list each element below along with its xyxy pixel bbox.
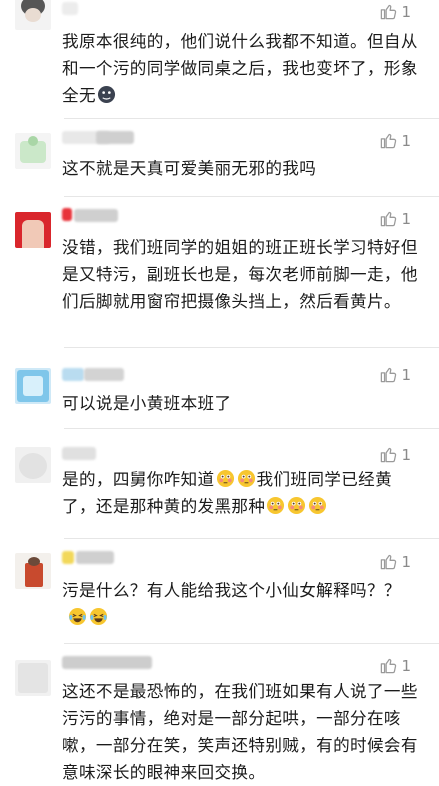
like-count: 1 (401, 656, 411, 675)
comment-item: 1 污是什么？有人能给我这个小仙女解释吗？？ (0, 539, 439, 644)
flushed-face-emoji (237, 469, 255, 488)
username-blurred (62, 447, 96, 460)
like-count: 1 (401, 131, 411, 150)
username-blurred (62, 2, 78, 15)
comment-item: 1 这还不是最恐怖的，在我们班如果有人说了一些污污的事情，绝对是一部分起哄，一部… (0, 644, 439, 782)
comment-item: 1 我原本很纯的，他们说什么我都不知道。但自从和一个污的同学做同桌之后，我也变坏… (0, 0, 439, 120)
like-count: 1 (401, 209, 411, 228)
like-count: 1 (401, 445, 411, 464)
thumbs-up-icon (381, 4, 397, 20)
username-blurred (74, 209, 118, 222)
like-button[interactable]: 1 (379, 365, 411, 384)
comment-text: 是的，四舅你咋知道 我们班同学已经黄了，还是那种黄的发黑那种 (62, 469, 393, 516)
dark-face-emoji (97, 85, 115, 104)
comment-item: 1 这不就是天真可爱美丽无邪的我吗 (0, 119, 439, 196)
flushed-face-emoji (216, 469, 234, 488)
comment-text: 可以说是小黄班本班了 (62, 394, 232, 413)
comment-item: 1 没错，我们班同学的姐姐的班正班长学习特好但是又特污，副班长也是，每次老师前脚… (0, 197, 439, 347)
avatar[interactable] (15, 133, 51, 169)
username-blurred (62, 656, 152, 669)
flushed-face-emoji (267, 496, 285, 515)
avatar[interactable] (15, 368, 51, 404)
avatar[interactable] (15, 660, 51, 696)
thumbs-up-icon (381, 447, 397, 463)
avatar[interactable] (15, 553, 51, 589)
flushed-face-emoji (288, 496, 306, 515)
thumbs-up-icon (381, 658, 397, 674)
like-count: 1 (401, 552, 411, 571)
comment-text: 这不就是天真可爱美丽无邪的我吗 (62, 159, 317, 178)
laughing-tears-emoji (68, 607, 87, 626)
comment-text: 没错，我们班同学的姐姐的班正班长学习特好但是又特污，副班长也是，每次老师前脚一走… (62, 238, 418, 311)
comment-item: 1 可以说是小黄班本班了 (0, 348, 439, 428)
username-blurred (62, 551, 74, 564)
like-button[interactable]: 1 (379, 656, 411, 675)
flushed-face-emoji (309, 496, 327, 515)
like-button[interactable]: 1 (379, 552, 411, 571)
thumbs-up-icon (381, 367, 397, 383)
comment-text: 我原本很纯的，他们说什么我都不知道。但自从和一个污的同学做同桌之后，我也变坏了，… (62, 32, 418, 105)
like-count: 1 (401, 2, 411, 21)
avatar[interactable] (15, 0, 51, 30)
like-button[interactable]: 1 (379, 209, 411, 228)
thumbs-up-icon (381, 554, 397, 570)
like-button[interactable]: 1 (379, 131, 411, 150)
like-count: 1 (401, 365, 411, 384)
comment-item: 1 是的，四舅你咋知道 我们班同学已经黄了，还是那种黄的发黑那种 (0, 429, 439, 539)
username-blurred (96, 131, 134, 144)
like-button[interactable]: 1 (379, 445, 411, 464)
thumbs-up-icon (381, 133, 397, 149)
comment-text: 污是什么？有人能给我这个小仙女解释吗？？ (62, 577, 422, 631)
comment-text: 这还不是最恐怖的，在我们班如果有人说了一些污污的事情，绝对是一部分起哄，一部分在… (62, 682, 418, 782)
like-button[interactable]: 1 (379, 2, 411, 21)
avatar[interactable] (15, 447, 51, 483)
laughing-tears-emoji (89, 607, 108, 626)
username-blurred (84, 368, 124, 381)
avatar[interactable] (15, 212, 51, 248)
username-blurred (62, 368, 84, 381)
username-blurred (76, 551, 114, 564)
thumbs-up-icon (381, 211, 397, 227)
username-blurred (62, 208, 72, 221)
